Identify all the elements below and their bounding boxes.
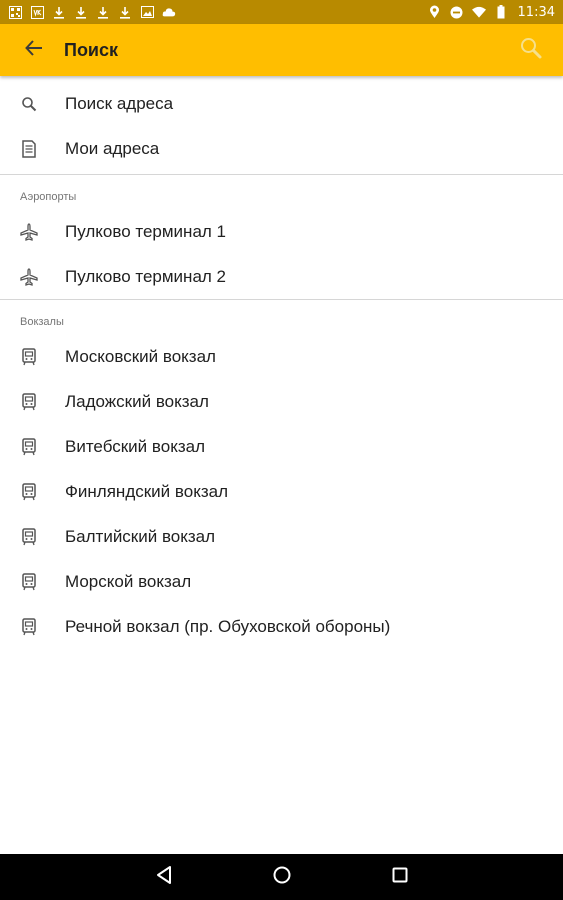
list-item-label: Ладожский вокзал <box>65 391 209 411</box>
list-item-label: Мои адреса <box>65 138 160 158</box>
list-item-pulkovo-2[interactable]: Пулково терминал 2 <box>0 254 563 299</box>
do-not-disturb-icon <box>450 5 464 19</box>
train-icon <box>19 527 39 547</box>
list-item-ladozhsky[interactable]: Ладожский вокзал <box>0 379 563 424</box>
search-button[interactable] <box>507 24 555 76</box>
battery-icon <box>494 5 508 19</box>
search-icon <box>19 94 39 114</box>
download-icon <box>118 5 132 19</box>
search-icon <box>519 36 543 65</box>
image-icon <box>140 5 154 19</box>
train-icon <box>19 482 39 502</box>
list-item-label: Витебский вокзал <box>65 436 205 456</box>
list-item-baltiysky[interactable]: Балтийский вокзал <box>0 514 563 559</box>
list-item-pulkovo-1[interactable]: Пулково терминал 1 <box>0 209 563 254</box>
train-icon <box>19 347 39 367</box>
clock: 11:34 <box>517 4 555 20</box>
app-bar: Поиск <box>0 24 563 76</box>
list-item-my-addresses[interactable]: Мои адреса <box>0 126 563 171</box>
home-circle-icon <box>272 865 292 890</box>
nav-back-button[interactable] <box>144 857 184 897</box>
airplane-icon <box>19 267 39 287</box>
arrow-back-icon <box>24 38 44 63</box>
notification-icons <box>8 5 176 19</box>
navigation-bar <box>0 854 563 900</box>
vk-icon <box>30 5 44 19</box>
system-indicators: 11:34 <box>428 5 555 20</box>
download-icon <box>52 5 66 19</box>
list-item-label: Балтийский вокзал <box>65 526 216 546</box>
list-item-finlyandsky[interactable]: Финляндский вокзал <box>0 469 563 514</box>
qr-icon <box>8 5 22 19</box>
list-item-rechnoy[interactable]: Речной вокзал (пр. Обуховской обороны) <box>0 604 563 649</box>
back-button[interactable] <box>8 24 60 76</box>
download-icon <box>74 5 88 19</box>
recents-square-icon <box>391 866 409 889</box>
list-item-label: Пулково терминал 2 <box>65 266 226 286</box>
section-header-airports: Аэропорты <box>20 191 77 203</box>
train-icon <box>19 392 39 412</box>
search-list: Поиск адреса Мои адреса Аэропорты Пулков… <box>0 76 563 649</box>
nav-home-button[interactable] <box>262 857 302 897</box>
nav-recents-button[interactable] <box>380 857 420 897</box>
cloud-icon <box>162 5 176 19</box>
location-icon <box>428 5 442 19</box>
list-item-label: Речной вокзал (пр. Обуховской обороны) <box>65 616 391 636</box>
wifi-icon <box>471 5 486 19</box>
list-item-label: Пулково терминал 1 <box>65 221 226 241</box>
list-item-label: Поиск адреса <box>65 93 174 113</box>
list-item-label: Финляндский вокзал <box>65 481 228 501</box>
list-item-search-address[interactable]: Поиск адреса <box>0 81 563 126</box>
train-icon <box>19 617 39 637</box>
page-title: Поиск <box>64 39 119 60</box>
list-item-label: Морской вокзал <box>65 571 192 591</box>
list-item-morskoy[interactable]: Морской вокзал <box>0 559 563 604</box>
train-icon <box>19 437 39 457</box>
back-triangle-icon <box>155 865 173 890</box>
download-icon <box>96 5 110 19</box>
document-icon <box>19 139 39 159</box>
airplane-icon <box>19 222 39 242</box>
section-header-stations: Вокзалы <box>20 316 64 328</box>
list-item-moskovsky[interactable]: Московский вокзал <box>0 334 563 379</box>
status-bar: 11:34 <box>0 0 563 24</box>
list-item-vitebsky[interactable]: Витебский вокзал <box>0 424 563 469</box>
train-icon <box>19 572 39 592</box>
list-item-label: Московский вокзал <box>65 346 216 366</box>
